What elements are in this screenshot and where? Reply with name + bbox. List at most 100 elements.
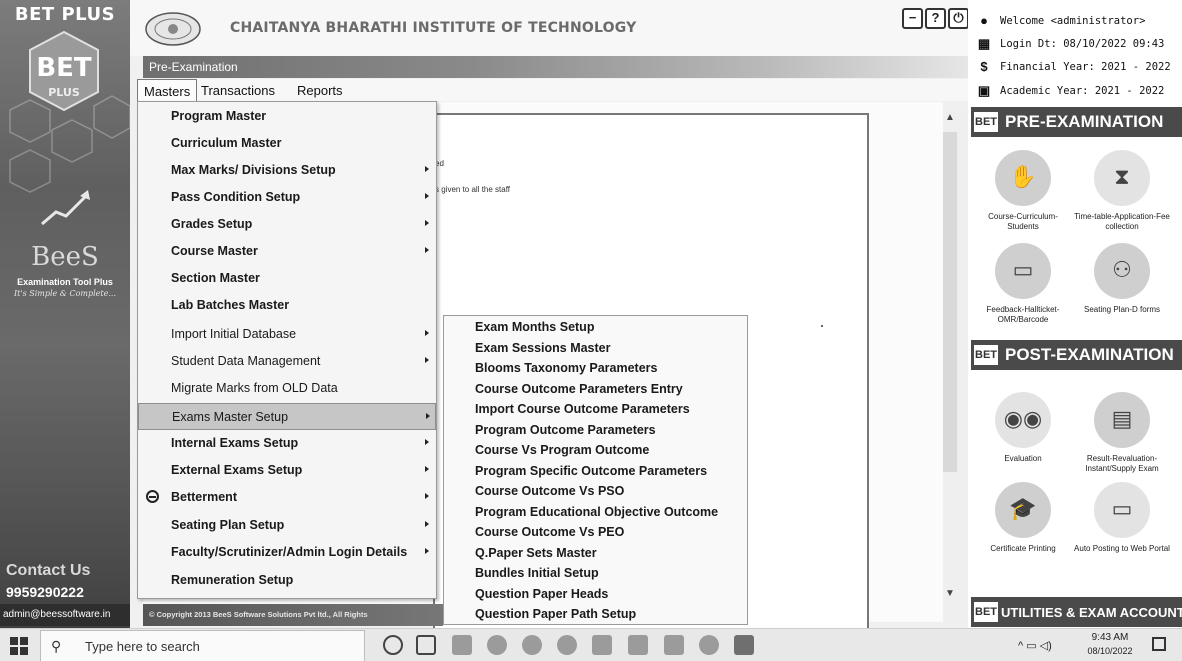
submenu-item-label: Q.Paper Sets Master xyxy=(475,545,597,560)
content-scrollbar[interactable]: ▲ ▼ xyxy=(943,110,968,622)
menu-item-label: Course Master xyxy=(171,244,258,258)
tile-seating-plan[interactable]: ⚇ Seating Plan-D forms xyxy=(1072,243,1172,315)
task-view-icon[interactable] xyxy=(416,635,436,655)
word-icon[interactable] xyxy=(664,635,684,655)
menu-item-external-exams[interactable]: External Exams Setup xyxy=(138,457,436,484)
minimize-button[interactable]: − xyxy=(902,8,923,29)
tile-caption: Course-Curriculum-Students xyxy=(988,212,1058,231)
image-app-icon[interactable] xyxy=(628,635,648,655)
search-icon: ⚲ xyxy=(51,638,62,654)
submenu-item[interactable]: Q.Paper Sets Master xyxy=(444,543,747,564)
system-tray-icons[interactable]: ^ ▭ ◁) xyxy=(1018,639,1052,652)
app-icon[interactable] xyxy=(592,635,612,655)
submenu-item[interactable]: Question Paper Heads xyxy=(444,584,747,605)
copyright-text: © Copyright 2013 BeeS Software Solutions… xyxy=(149,610,368,619)
submenu-item-label: Exam Months Setup xyxy=(475,320,595,334)
submenu-item[interactable]: Bundles Initial Setup xyxy=(444,563,747,584)
opera-icon[interactable] xyxy=(557,635,577,655)
submenu-item[interactable]: Blooms Taxonomy Parameters xyxy=(444,358,747,379)
submenu-item[interactable]: Exam Months Setup xyxy=(444,317,747,338)
logout-button[interactable]: ⏻ xyxy=(948,8,969,29)
post-examination-title: POST-EXAMINATION xyxy=(1005,345,1174,364)
menu-item-seating-plan[interactable]: Seating Plan Setup xyxy=(138,512,436,539)
submenu-arrow-icon xyxy=(425,466,429,472)
firefox-icon[interactable] xyxy=(522,635,542,655)
tile-caption: Seating Plan-D forms xyxy=(1083,305,1161,314)
clock-time[interactable]: 9:43 AM xyxy=(1080,632,1140,643)
tile-certificate-printing[interactable]: 🎓 Certificate Printing xyxy=(973,482,1073,554)
tile-evaluation[interactable]: ◉◉ Evaluation xyxy=(973,392,1073,464)
tile-result-revaluation[interactable]: ▤ Result-Revaluation-Instant/Supply Exam xyxy=(1072,392,1172,474)
scroll-up-icon[interactable]: ▲ xyxy=(943,112,957,123)
institute-emblem-icon xyxy=(145,12,201,46)
help-button[interactable]: ? xyxy=(925,8,946,29)
file-explorer-icon[interactable] xyxy=(452,635,472,655)
submenu-item[interactable]: Import Course Outcome Parameters xyxy=(444,399,747,420)
menu-item-remuneration[interactable]: Remuneration Setup xyxy=(138,567,436,594)
submenu-item[interactable]: Program Educational Objective Outcome xyxy=(444,502,747,523)
clock-date[interactable]: 08/10/2022 xyxy=(1080,646,1140,656)
tile-caption: Time-table-Application-Fee collection xyxy=(1074,212,1170,231)
tile-caption: Auto Posting to Web Portal xyxy=(1074,544,1170,553)
submenu-arrow-icon xyxy=(425,330,429,336)
bet-app-icon[interactable] xyxy=(734,635,754,655)
login-date-text: Login Dt: 08/10/2022 09:43 xyxy=(1000,38,1165,50)
menu-item-label: Seating Plan Setup xyxy=(171,518,285,532)
content-text-line: s given to all the staff xyxy=(435,185,511,194)
menu-item-internal-exams[interactable]: Internal Exams Setup xyxy=(138,430,436,457)
menu-item-lab-batches[interactable]: Lab Batches Master xyxy=(138,292,436,319)
tile-timetable[interactable]: ⧗ Time-table-Application-Fee collection xyxy=(1072,150,1172,232)
scroll-down-icon[interactable]: ▼ xyxy=(943,588,957,599)
right-info-panel: ● Welcome <administrator> ▦ Login Dt: 08… xyxy=(968,0,1182,628)
menu-item-exams-master-setup[interactable]: Exams Master Setup xyxy=(138,403,436,430)
submenu-item[interactable]: Course Outcome Vs PSO xyxy=(444,481,747,502)
utilities-header[interactable]: BET UTILITIES & EXAM ACCOUNT xyxy=(971,597,1182,627)
menu-item-curriculum-master[interactable]: Curriculum Master xyxy=(138,130,436,157)
menu-item-program-master[interactable]: Program Master xyxy=(138,103,436,130)
menu-item-login-details[interactable]: Faculty/Scrutinizer/Admin Login Details xyxy=(138,539,436,566)
hexagon-pattern-icon xyxy=(9,95,130,193)
submenu-item[interactable]: Course Outcome Vs PEO xyxy=(444,522,747,543)
growth-chart-icon xyxy=(41,190,90,226)
tile-auto-posting[interactable]: ▭ Auto Posting to Web Portal xyxy=(1072,482,1172,554)
tile-caption: Feedback-Hallticket-OMR/Barcode xyxy=(986,305,1060,324)
menu-item-import-database[interactable]: Import Initial Database xyxy=(138,321,436,348)
tile-course-curriculum[interactable]: ✋ Course-Curriculum-Students xyxy=(973,150,1073,232)
edge-browser-icon[interactable] xyxy=(487,635,507,655)
book-icon: ▣ xyxy=(977,83,991,98)
menu-masters[interactable]: Masters xyxy=(137,79,198,101)
search-placeholder: Type here to search xyxy=(85,639,200,654)
pre-examination-header[interactable]: BET PRE-EXAMINATION xyxy=(971,107,1182,137)
menu-item-course-master[interactable]: Course Master xyxy=(138,238,436,265)
contact-email[interactable]: admin@beessoftware.in xyxy=(0,604,130,626)
menu-item-pass-condition[interactable]: Pass Condition Setup xyxy=(138,184,436,211)
notification-icon[interactable] xyxy=(1152,637,1166,651)
bees-logo-text: BeeS xyxy=(31,242,99,272)
scroll-thumb[interactable] xyxy=(943,132,957,472)
submenu-item[interactable]: Course Vs Program Outcome xyxy=(444,440,747,461)
tile-feedback-hallticket[interactable]: ▭ Feedback-Hallticket-OMR/Barcode xyxy=(973,243,1073,325)
windows-start-icon[interactable] xyxy=(10,637,28,655)
submenu-item[interactable]: Program Outcome Parameters xyxy=(444,420,747,441)
cortana-icon[interactable] xyxy=(383,635,403,655)
post-examination-header[interactable]: BET POST-EXAMINATION xyxy=(971,340,1182,370)
menu-transactions[interactable]: Transactions xyxy=(195,79,281,101)
menu-item-max-marks[interactable]: Max Marks/ Divisions Setup xyxy=(138,157,436,184)
submenu-item-label: Course Vs Program Outcome xyxy=(475,443,650,457)
menu-item-migrate-marks[interactable]: Migrate Marks from OLD Data xyxy=(138,375,436,402)
taskbar-search-box[interactable]: ⚲ Type here to search xyxy=(40,630,365,661)
submenu-item-label: Program Specific Outcome Parameters xyxy=(475,463,708,478)
menu-item-grades-setup[interactable]: Grades Setup xyxy=(138,211,436,238)
submenu-item[interactable]: Question Paper Path Setup xyxy=(444,604,747,625)
submenu-item[interactable]: Course Outcome Parameters Entry xyxy=(444,379,747,400)
menu-item-student-data[interactable]: Student Data Management xyxy=(138,348,436,375)
tagline: It's Simple & Complete... xyxy=(14,289,116,298)
menu-item-section-master[interactable]: Section Master xyxy=(138,265,436,292)
contact-phone: 9959290222 xyxy=(6,584,84,600)
menu-item-betterment[interactable]: Betterment xyxy=(138,484,436,511)
submenu-item[interactable]: Exam Sessions Master xyxy=(444,338,747,359)
whatsapp-icon[interactable] xyxy=(699,635,719,655)
submenu-item[interactable]: Program Specific Outcome Parameters xyxy=(444,461,747,482)
submenu-item-label: Import Course Outcome Parameters xyxy=(475,402,690,416)
menu-reports[interactable]: Reports xyxy=(291,79,349,101)
